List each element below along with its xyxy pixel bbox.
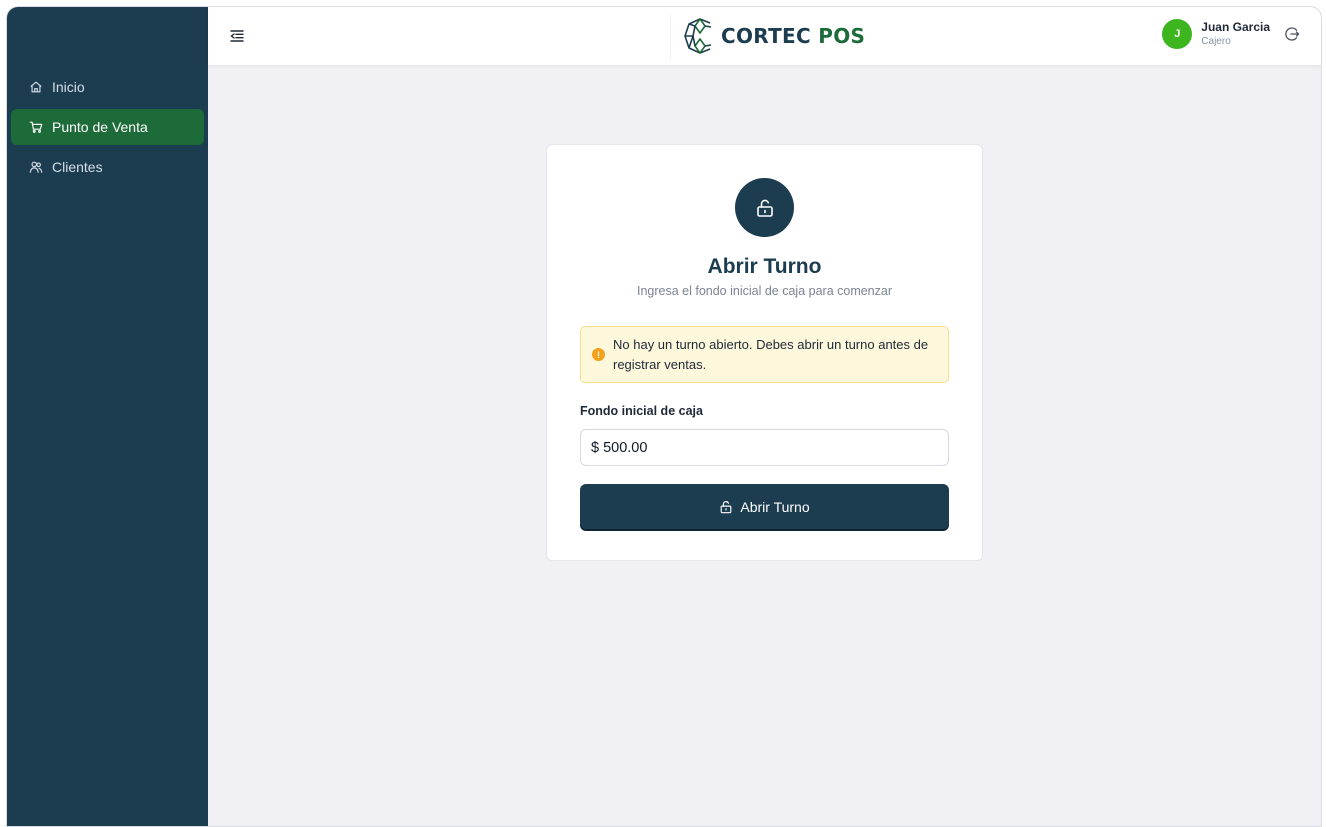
sidebar-item-clientes[interactable]: Clientes <box>11 149 204 185</box>
brand-name-part1: CORTEC <box>721 24 811 48</box>
users-icon <box>29 160 43 174</box>
page-title: Abrir Turno <box>707 255 822 278</box>
avatar[interactable]: J <box>1162 19 1193 49</box>
sidebar-item-label: Inicio <box>52 79 85 95</box>
user-role: Cajero <box>1201 35 1231 47</box>
cortec-logo-icon <box>684 18 712 54</box>
initial-fund-field[interactable]: $ <box>580 429 949 466</box>
menu-collapse-icon[interactable] <box>229 28 245 44</box>
open-shift-button[interactable]: Abrir Turno <box>580 484 949 529</box>
app-window: Inicio Punto de Venta Clientes CORTEC PO… <box>6 6 1322 827</box>
user-info: Juan Garcia Cajero <box>1201 20 1270 49</box>
user-menu: J Juan Garcia Cajero <box>1162 19 1300 49</box>
sidebar: Inicio Punto de Venta Clientes <box>7 7 208 826</box>
sidebar-item-label: Clientes <box>52 159 103 175</box>
open-shift-button-label: Abrir Turno <box>740 498 810 515</box>
brand-name-part2: POS <box>818 24 866 48</box>
warning-icon: ! <box>592 348 605 361</box>
alert-text: No hay un turno abierto. Debes abrir un … <box>613 336 929 372</box>
top-bar: CORTEC POS J Juan Garcia Cajero <box>208 7 1321 65</box>
sidebar-nav: Inicio Punto de Venta Clientes <box>11 69 204 189</box>
logout-icon[interactable] <box>1284 26 1300 42</box>
currency-symbol: $ <box>591 439 600 456</box>
user-name: Juan Garcia <box>1201 19 1270 34</box>
sidebar-item-punto-de-venta[interactable]: Punto de Venta <box>11 109 204 145</box>
cart-icon <box>29 120 43 134</box>
page-subtitle: Ingresa el fondo inicial de caja para co… <box>636 284 892 298</box>
field-label: Fondo inicial de caja <box>580 404 703 418</box>
open-shift-card: Abrir Turno Ingresa el fondo inicial de … <box>546 144 983 561</box>
sidebar-item-label: Punto de Venta <box>52 119 148 135</box>
brand-logo: CORTEC POS <box>683 17 865 55</box>
unlock-badge <box>735 178 794 237</box>
home-icon <box>29 80 43 94</box>
initial-fund-input[interactable] <box>603 439 904 456</box>
no-shift-alert: ! No hay un turno abierto. Debes abrir u… <box>580 326 949 383</box>
brand-name: CORTEC POS <box>721 24 865 48</box>
unlock-icon <box>720 500 732 513</box>
unlock-icon <box>756 199 773 217</box>
brand-divider <box>670 15 671 59</box>
sidebar-item-inicio[interactable]: Inicio <box>11 69 204 105</box>
